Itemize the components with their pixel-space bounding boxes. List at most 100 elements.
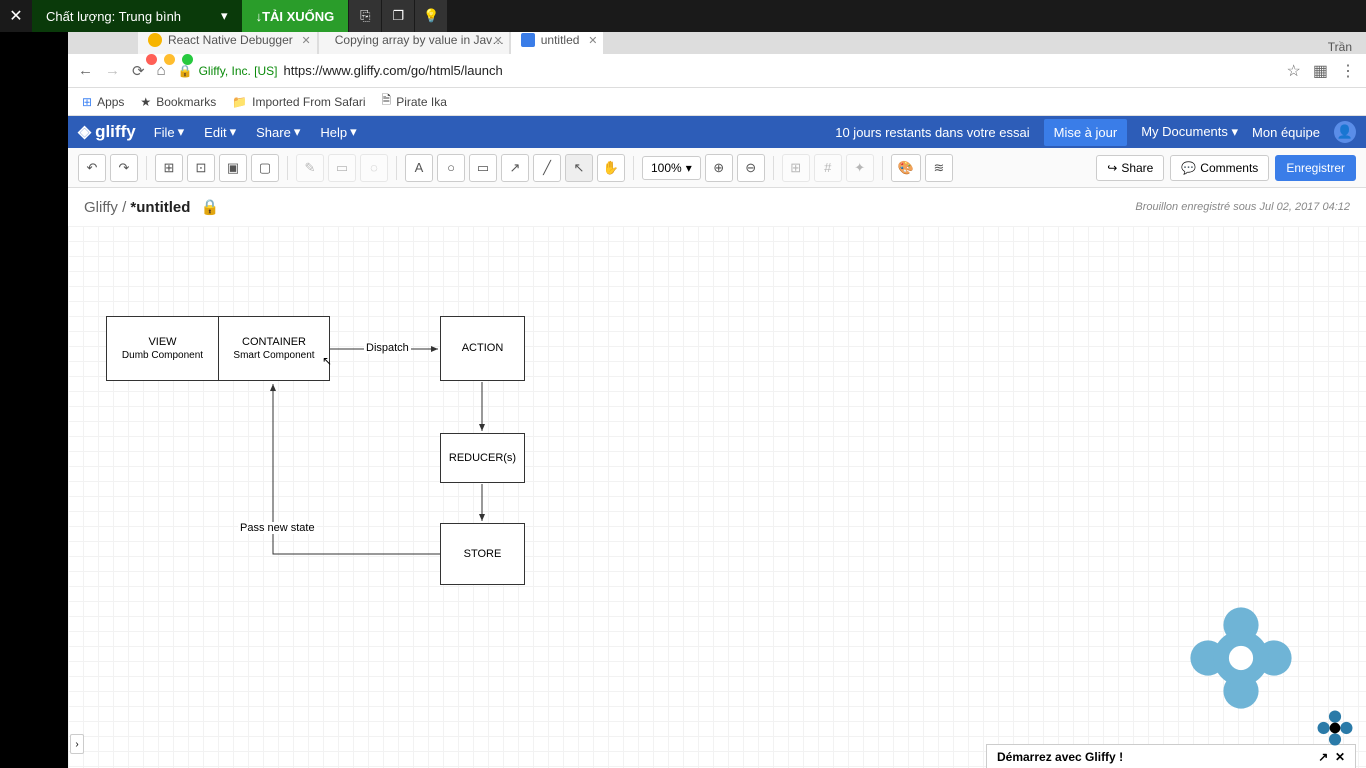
folder-icon: 📁	[232, 95, 247, 109]
bring-front-button[interactable]: ▣	[219, 154, 247, 182]
image-button[interactable]: ▭	[328, 154, 356, 182]
grid-icon: ⊞	[82, 95, 92, 109]
download-button[interactable]: ↓ TẢI XUỐNG	[242, 0, 349, 32]
label-pass-state[interactable]: Pass new state	[238, 522, 317, 534]
gliffy-logo[interactable]: ◈ gliffy	[78, 122, 136, 142]
brush-button[interactable]: ✎	[296, 154, 324, 182]
bookmarks-label: Bookmarks	[156, 95, 216, 109]
text: REDUCER(s)	[449, 451, 516, 465]
getting-started-bar[interactable]: Démarrez avec Gliffy ! ↗ ✕	[986, 744, 1356, 768]
quality-selector[interactable]: Chất lượng: Trung bình ▾	[32, 0, 242, 32]
security-org: Gliffy, Inc. [US]	[199, 64, 278, 78]
chevron-down-icon: ▾	[686, 161, 692, 175]
shape-container[interactable]: CONTAINER Smart Component	[218, 316, 330, 381]
rect-tool[interactable]: ▭	[469, 154, 497, 182]
menu-icon[interactable]: ⋮	[1340, 61, 1356, 81]
send-back-button[interactable]: ▢	[251, 154, 279, 182]
layers-button[interactable]: ≋	[925, 154, 953, 182]
themes-button[interactable]: 🎨	[891, 154, 921, 182]
shape-action[interactable]: ACTION	[440, 316, 525, 381]
share-button[interactable]: ↪Share	[1096, 155, 1164, 181]
autosave-message: Brouillon enregistré sous Jul 02, 2017 0…	[1135, 201, 1350, 213]
favicon-icon	[521, 33, 535, 47]
close-button[interactable]: ✕	[0, 6, 32, 26]
undo-button[interactable]: ↶	[78, 154, 106, 182]
star-icon[interactable]: ☆	[1287, 61, 1301, 81]
canvas[interactable]: VIEW Dumb Component CONTAINER Smart Comp…	[68, 226, 1366, 768]
menu-edit[interactable]: Edit ▾	[204, 124, 236, 140]
snap-toggle[interactable]: #	[814, 154, 842, 182]
shape-store[interactable]: STORE	[440, 523, 525, 585]
doc-name[interactable]: *untitled	[130, 199, 190, 216]
guides-toggle[interactable]: ✦	[846, 154, 874, 182]
overlay-tool-1[interactable]: ⎘	[349, 0, 381, 32]
l: File	[154, 125, 175, 140]
bookmark-pirate[interactable]: 🗎Pirate Ika	[382, 91, 447, 112]
pointer-tool[interactable]: ↖	[565, 154, 593, 182]
ellipse-tool[interactable]: ○	[437, 154, 465, 182]
lock-icon: 🔒	[201, 199, 220, 216]
menu-help[interactable]: Help ▾	[320, 124, 356, 140]
ungroup-button[interactable]: ⊡	[187, 154, 215, 182]
quality-label: Chất lượng: Trung bình	[46, 9, 181, 24]
share-icon: ↪	[1107, 161, 1117, 175]
zoom-out-button[interactable]: ⊖	[737, 154, 765, 182]
eraser-button[interactable]: ◌	[360, 154, 388, 182]
text: CONTAINER	[242, 335, 306, 349]
pirate-label: Pirate Ika	[396, 95, 447, 109]
imported-folder[interactable]: 📁 Imported From Safari	[232, 95, 365, 109]
imported-label: Imported From Safari	[252, 95, 365, 109]
pan-tool[interactable]: ✋	[597, 154, 625, 182]
extension-icon[interactable]: ▦	[1313, 61, 1328, 81]
breadcrumb: Gliffy / *untitled 🔒	[84, 198, 219, 216]
connector-tool[interactable]: ↗	[501, 154, 529, 182]
close-tab-icon[interactable]: ✕	[588, 34, 597, 47]
connectors	[68, 226, 1366, 768]
zoom-in-button[interactable]: ⊕	[705, 154, 733, 182]
text-tool[interactable]: A	[405, 154, 433, 182]
close-tab-icon[interactable]: ✕	[302, 34, 311, 47]
forward-button[interactable]: →	[105, 62, 120, 79]
text: Dumb Component	[122, 349, 203, 362]
close-window-icon[interactable]	[146, 54, 157, 65]
help-launcher-icon[interactable]	[1316, 709, 1354, 752]
overlay-tool-3[interactable]: 💡	[415, 0, 447, 32]
url-text: https://www.gliffy.com/go/html5/launch	[284, 63, 503, 78]
tab-title: Copying array by value in Jav…	[335, 33, 504, 47]
l: Comments	[1200, 161, 1258, 175]
label-dispatch[interactable]: Dispatch	[364, 342, 411, 354]
maximize-window-icon[interactable]	[182, 54, 193, 65]
back-button[interactable]: ←	[78, 62, 93, 79]
close-tab-icon[interactable]: ✕	[494, 34, 503, 47]
reload-button[interactable]: ⟳	[132, 62, 145, 80]
menu-share[interactable]: Share ▾	[256, 124, 300, 140]
group-button[interactable]: ⊞	[155, 154, 183, 182]
apps-button[interactable]: ⊞Apps	[82, 95, 124, 109]
address-bar: ← → ⟳ ⌂ 🔒 Gliffy, Inc. [US] https://www.…	[68, 54, 1366, 88]
zoom-level[interactable]: 100% ▾	[642, 156, 701, 180]
update-button[interactable]: Mise à jour	[1044, 119, 1128, 146]
sidebar-expand[interactable]: ›	[70, 734, 84, 754]
zoom-value: 100%	[651, 161, 682, 175]
line-tool[interactable]: ╱	[533, 154, 561, 182]
star-icon: ★	[140, 95, 151, 109]
shape-reducer[interactable]: REDUCER(s)	[440, 433, 525, 483]
bookmarks-folder[interactable]: ★ Bookmarks	[140, 95, 216, 109]
download-label: TẢI XUỐNG	[262, 9, 334, 24]
minimize-window-icon[interactable]	[164, 54, 175, 65]
favicon-icon	[148, 33, 162, 47]
save-button[interactable]: Enregistrer	[1275, 155, 1356, 181]
gliffy-menubar: ◈ gliffy File ▾ Edit ▾ Share ▾ Help ▾ 10…	[68, 116, 1366, 148]
shape-view[interactable]: VIEW Dumb Component	[106, 316, 218, 381]
grid-toggle[interactable]: ⊞	[782, 154, 810, 182]
profile-name[interactable]: Trần	[1314, 40, 1366, 54]
url-field[interactable]: 🔒 Gliffy, Inc. [US] https://www.gliffy.c…	[178, 63, 1275, 78]
user-avatar-icon[interactable]: 👤	[1334, 121, 1356, 143]
text: Smart Component	[233, 349, 314, 362]
my-documents-link[interactable]: My Documents ▾	[1141, 124, 1238, 140]
menu-file[interactable]: File ▾	[154, 124, 184, 140]
redo-button[interactable]: ↷	[110, 154, 138, 182]
overlay-tool-2[interactable]: ❐	[382, 0, 414, 32]
comments-button[interactable]: 💬Comments	[1170, 155, 1269, 181]
my-team-link[interactable]: Mon équipe	[1252, 125, 1320, 140]
